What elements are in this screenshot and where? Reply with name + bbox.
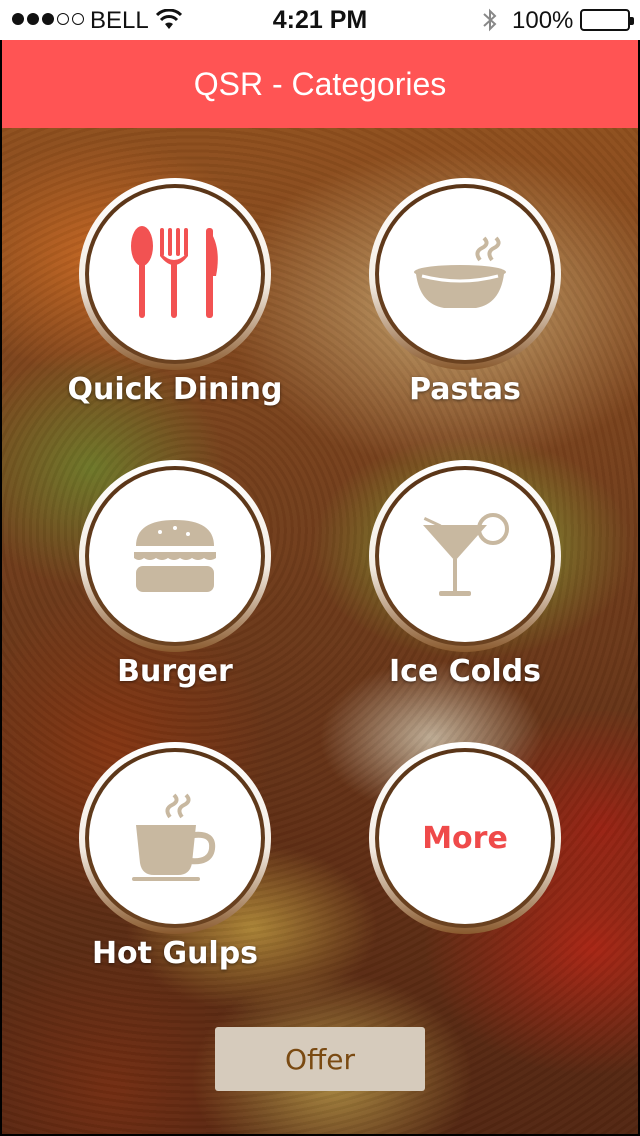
burger-icon bbox=[130, 516, 220, 596]
category-label: Quick Dining bbox=[67, 372, 283, 407]
category-label: Pastas bbox=[409, 372, 521, 407]
offer-button-label: Offer bbox=[284, 1042, 356, 1076]
page-title: QSR - Categories bbox=[193, 65, 447, 102]
cutlery-icon bbox=[120, 224, 230, 324]
category-label: Burger bbox=[117, 654, 233, 689]
app-header: QSR - Categories bbox=[2, 40, 638, 128]
bowl-icon bbox=[410, 234, 520, 314]
cocktail-icon bbox=[415, 511, 515, 601]
category-label: Hot Gulps bbox=[91, 936, 259, 971]
more-button-label: More bbox=[422, 820, 508, 856]
battery-icon bbox=[580, 9, 634, 31]
category-label: Ice Colds bbox=[389, 654, 541, 689]
bluetooth-icon bbox=[482, 8, 498, 39]
status-bar: BELL 4:21 PM 100% bbox=[0, 0, 640, 40]
offer-button[interactable]: Offer bbox=[215, 1027, 425, 1091]
battery-percentage: 100% bbox=[512, 7, 574, 34]
coffee-cup-icon bbox=[130, 793, 220, 883]
